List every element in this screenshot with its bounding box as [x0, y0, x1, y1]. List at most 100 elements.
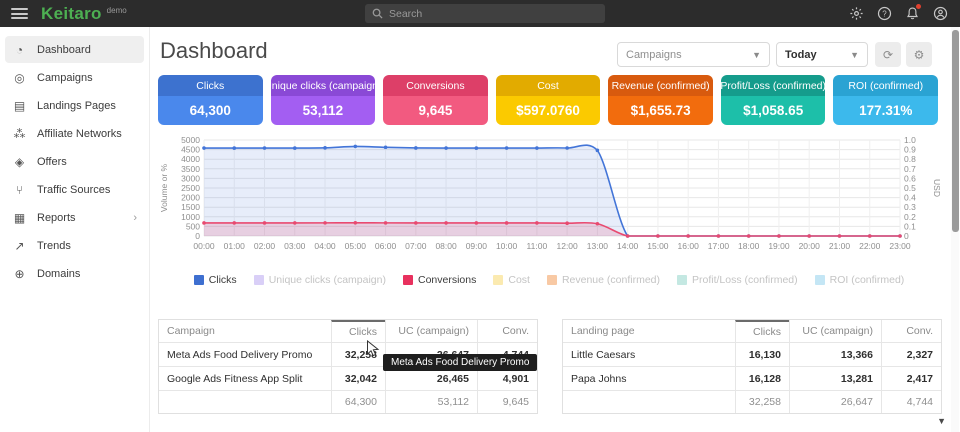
campaigns-filter-select[interactable]: Campaigns ▼ [617, 42, 770, 67]
sidebar-item-trends[interactable]: ↗Trends [5, 232, 144, 259]
page-title: Dashboard [160, 38, 268, 64]
sidebar-item-campaigns[interactable]: ◎Campaigns [5, 64, 144, 91]
help-icon[interactable]: ? [877, 6, 892, 21]
row-name[interactable]: Papa Johns [563, 367, 735, 390]
stat-card-value: $1,058.65 [721, 96, 826, 125]
stat-card-label: Revenue (confirmed) [608, 75, 713, 96]
legend-item-revenue-confirmed[interactable]: Revenue (confirmed) [547, 274, 660, 286]
sidebar-item-offers[interactable]: ◈Offers [5, 148, 144, 175]
stat-card-cost[interactable]: Cost$597.0760 [496, 75, 601, 125]
row-name[interactable]: Google Ads Fitness App Split [159, 367, 331, 390]
legend-label: Cost [508, 274, 530, 286]
svg-text:02:00: 02:00 [254, 241, 276, 251]
affiliate-networks-icon: ⁂ [12, 127, 27, 141]
stat-card-unique-clicks-campaign[interactable]: Unique clicks (campaign)53,112 [271, 75, 376, 125]
sidebar-item-label: Affiliate Networks [37, 128, 122, 140]
sidebar-item-label: Domains [37, 268, 80, 280]
sidebar-item-label: Landings Pages [37, 100, 116, 112]
traffic-chart[interactable]: 005000.110000.215000.320000.425000.53000… [158, 132, 940, 264]
table-column-header[interactable]: UC (campaign) [789, 320, 881, 342]
legend-item-clicks[interactable]: Clicks [194, 274, 237, 286]
svg-text:21:00: 21:00 [829, 241, 851, 251]
table-column-header[interactable]: Clicks [735, 320, 789, 342]
legend-item-profit-loss-confirmed[interactable]: Profit/Loss (confirmed) [677, 274, 798, 286]
table-column-header[interactable]: Conv. [477, 320, 537, 342]
sidebar-item-domains[interactable]: ⊕Domains [5, 260, 144, 287]
legend-label: ROI (confirmed) [830, 274, 905, 286]
table-column-header[interactable]: Conv. [881, 320, 941, 342]
svg-text:2500: 2500 [181, 183, 200, 193]
legend-item-roi-confirmed[interactable]: ROI (confirmed) [815, 274, 905, 286]
sidebar-item-landings-pages[interactable]: ▤Landings Pages [5, 92, 144, 119]
table-row[interactable]: Papa Johns16,12813,2812,417 [563, 366, 941, 390]
stat-card-label: Unique clicks (campaign) [271, 75, 376, 96]
traffic-sources-icon: ⑂ [12, 183, 27, 197]
table-row[interactable]: Little Caesars16,13013,3662,327 [563, 342, 941, 366]
svg-text:0.8: 0.8 [904, 154, 916, 164]
svg-text:23:00: 23:00 [889, 241, 911, 251]
svg-text:13:00: 13:00 [587, 241, 609, 251]
stat-card-profit-loss-confirmed[interactable]: Profit/Loss (confirmed)$1,058.65 [721, 75, 826, 125]
stat-card-label: ROI (confirmed) [833, 75, 938, 96]
row-value: 13,281 [789, 367, 881, 390]
row-value: 16,128 [735, 367, 789, 390]
svg-text:20:00: 20:00 [799, 241, 821, 251]
table-column-header[interactable]: UC (campaign) [385, 320, 477, 342]
row-value: 2,327 [881, 343, 941, 366]
legend-item-unique-clicks-campaign[interactable]: Unique clicks (campaign) [254, 274, 386, 286]
svg-text:05:00: 05:00 [345, 241, 367, 251]
total-value: 26,647 [789, 391, 881, 413]
svg-text:10:00: 10:00 [496, 241, 518, 251]
svg-text:00:00: 00:00 [193, 241, 215, 251]
top-bar: Keitaro demo ? [0, 0, 960, 27]
svg-text:03:00: 03:00 [284, 241, 306, 251]
sidebar-item-affiliate-networks[interactable]: ⁂ Affiliate Networks [5, 120, 144, 147]
sidebar-item-dashboard[interactable]: ◔Dashboard [5, 36, 144, 63]
sidebar: ◔Dashboard◎Campaigns▤Landings Pages ⁂ Affi… [0, 27, 150, 432]
row-name[interactable]: Meta Ads Food Delivery Promo [159, 343, 331, 366]
svg-text:22:00: 22:00 [859, 241, 881, 251]
svg-text:0.7: 0.7 [904, 164, 916, 174]
scroll-down-icon[interactable]: ▼ [937, 416, 946, 426]
app-logo: Keitaro [41, 4, 102, 24]
sidebar-item-reports[interactable]: ▦Reports› [5, 204, 144, 231]
table-name-header[interactable]: Campaign [159, 320, 331, 342]
svg-text:07:00: 07:00 [405, 241, 427, 251]
svg-text:18:00: 18:00 [738, 241, 760, 251]
scrollbar-thumb[interactable] [952, 30, 959, 232]
stat-card-conversions[interactable]: Conversions9,645 [383, 75, 488, 125]
search-box[interactable] [365, 4, 605, 23]
svg-text:500: 500 [186, 221, 200, 231]
svg-text:1.0: 1.0 [904, 135, 916, 145]
date-range-value: Today [785, 49, 817, 61]
row-value: 32,042 [331, 367, 385, 390]
svg-text:09:00: 09:00 [466, 241, 488, 251]
refresh-button[interactable]: ⟳ [875, 42, 901, 67]
table-column-header[interactable]: Clicks [331, 320, 385, 342]
svg-text:0.5: 0.5 [904, 183, 916, 193]
account-icon[interactable] [933, 6, 948, 21]
menu-icon[interactable] [11, 8, 28, 19]
stat-card-roi-confirmed[interactable]: ROI (confirmed)177.31% [833, 75, 938, 125]
date-range-select[interactable]: Today ▼ [776, 42, 868, 67]
legend-item-cost[interactable]: Cost [493, 274, 530, 286]
row-name[interactable]: Little Caesars [563, 343, 735, 366]
settings-gear-icon[interactable] [849, 6, 864, 21]
legend-swatch [194, 275, 204, 285]
svg-text:04:00: 04:00 [314, 241, 336, 251]
dashboard-settings-button[interactable]: ⚙ [906, 42, 932, 67]
legend-swatch [815, 275, 825, 285]
search-input[interactable] [389, 8, 598, 20]
legend-swatch [547, 275, 557, 285]
svg-text:0.1: 0.1 [904, 221, 916, 231]
total-value: 53,112 [385, 391, 477, 413]
stat-card-value: 177.31% [833, 96, 938, 125]
stat-card-revenue-confirmed[interactable]: Revenue (confirmed)$1,655.73 [608, 75, 713, 125]
legend-item-conversions[interactable]: Conversions [403, 274, 476, 286]
sidebar-item-traffic-sources[interactable]: ⑂Traffic Sources [5, 176, 144, 203]
table-name-header[interactable]: Landing page [563, 320, 735, 342]
svg-text:1000: 1000 [181, 212, 200, 222]
dashboard-icon: ◔ [12, 43, 27, 57]
notifications-bell-icon[interactable] [905, 6, 920, 21]
stat-card-clicks[interactable]: Clicks64,300 [158, 75, 263, 125]
